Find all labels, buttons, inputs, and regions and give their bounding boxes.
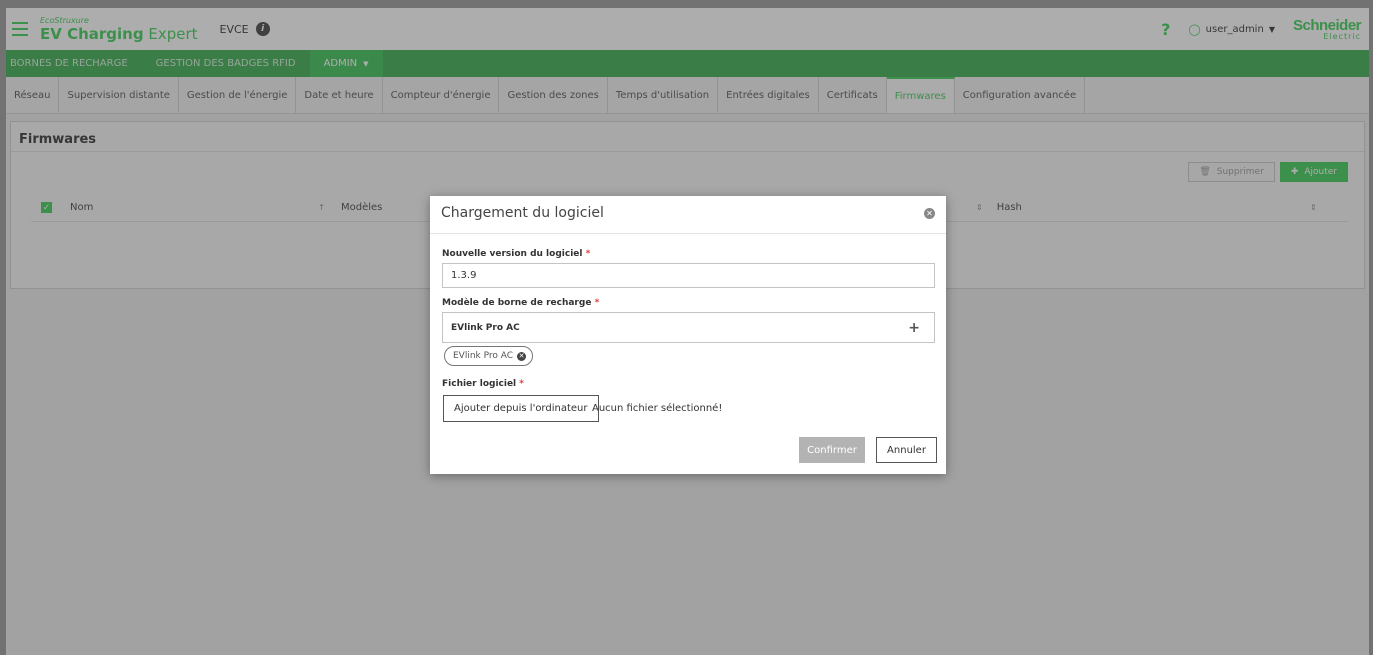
model-select[interactable]: EVlink Pro AC + [442, 312, 935, 343]
close-icon[interactable]: ✕ [924, 208, 935, 219]
version-label: Nouvelle version du logiciel * [442, 249, 590, 259]
confirm-button[interactable]: Confirmer [799, 437, 865, 463]
add-icon[interactable]: + [908, 320, 920, 336]
file-label-text: Fichier logiciel [442, 379, 517, 389]
file-label: Fichier logiciel * [442, 379, 524, 389]
required-mark: * [585, 249, 591, 259]
chip-label: EVlink Pro AC [453, 351, 514, 361]
model-label: Modèle de borne de recharge * [442, 298, 599, 308]
required-mark: * [519, 379, 524, 389]
upload-firmware-dialog: Chargement du logiciel ✕ Nouvelle versio… [430, 196, 946, 474]
remove-chip-icon[interactable]: ✕ [517, 351, 527, 361]
version-input[interactable]: 1.3.9 [442, 263, 935, 288]
version-label-text: Nouvelle version du logiciel [442, 249, 583, 259]
divider [430, 233, 946, 234]
dialog-title: Chargement du logiciel [441, 205, 604, 221]
model-chip: EVlink Pro AC ✕ [444, 346, 534, 366]
cancel-button[interactable]: Annuler [876, 437, 937, 463]
required-mark: * [594, 298, 600, 308]
choose-file-button[interactable]: Ajouter depuis l'ordinateur [443, 395, 599, 422]
model-value: EVlink Pro AC [451, 322, 520, 333]
file-status: Aucun fichier sélectionné! [592, 403, 723, 414]
version-value: 1.3.9 [451, 270, 477, 281]
model-label-text: Modèle de borne de recharge [442, 298, 592, 308]
